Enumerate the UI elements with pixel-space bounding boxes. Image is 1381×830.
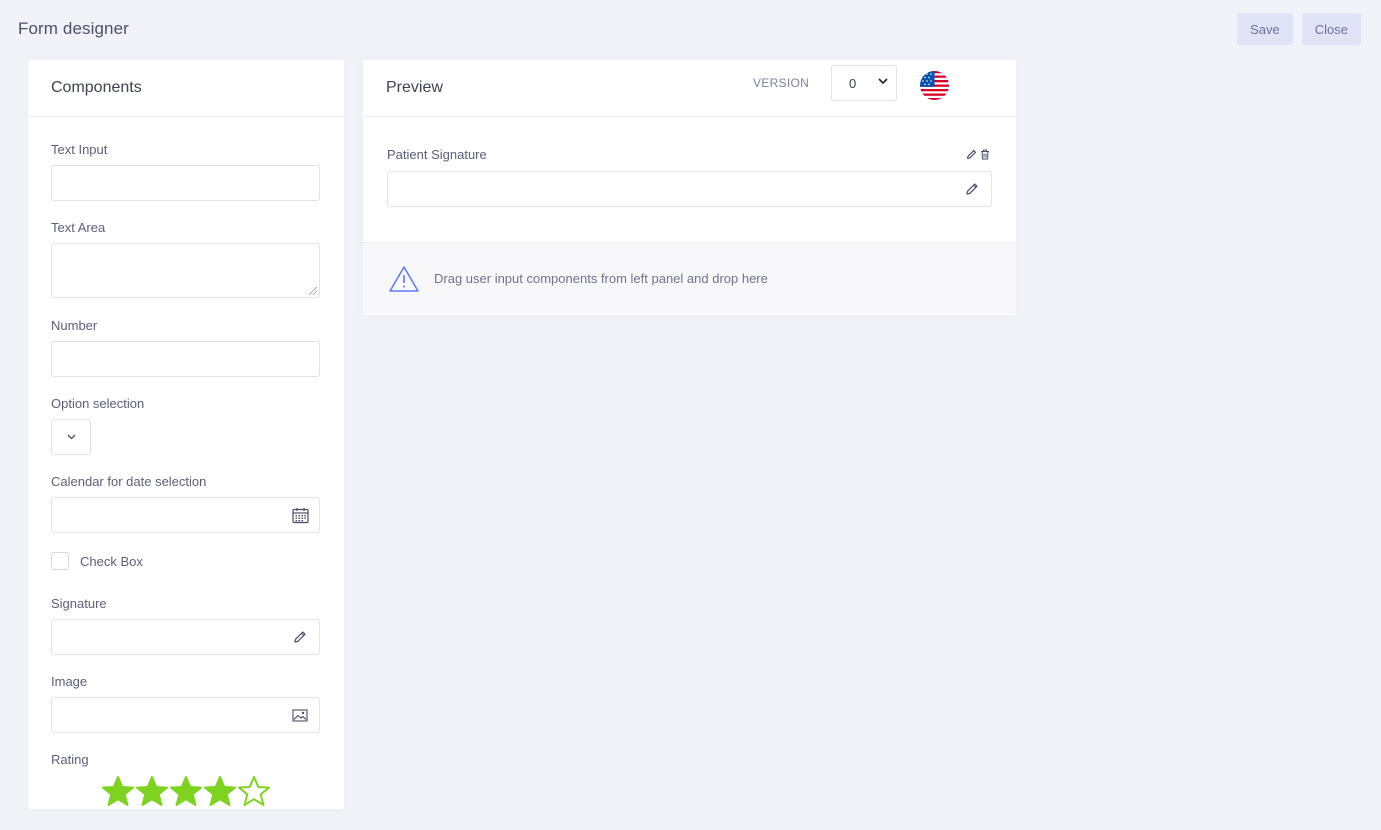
- drop-hint: Drag user input components from left pan…: [434, 271, 768, 286]
- drop-zone[interactable]: Drag user input components from left pan…: [363, 243, 1016, 314]
- warning-icon: [389, 265, 419, 292]
- star-filled-icon[interactable]: [169, 775, 203, 809]
- version-value: 0: [849, 75, 857, 91]
- image-component[interactable]: [51, 697, 320, 733]
- image-icon[interactable]: [291, 706, 309, 724]
- text-input-component[interactable]: [51, 165, 320, 201]
- text-area-component[interactable]: [51, 243, 320, 298]
- option-selection-label: Option selection: [51, 396, 145, 411]
- calendar-label: Calendar for date selection: [51, 474, 207, 489]
- preview-title: Preview: [386, 79, 443, 96]
- save-button[interactable]: Save: [1237, 13, 1293, 45]
- patient-signature-label: Patient Signature: [387, 147, 487, 162]
- preview-body: Patient Signature: [363, 117, 1016, 243]
- components-panel: Components Text Input Text Area Number O…: [28, 60, 344, 809]
- star-filled-icon[interactable]: [101, 775, 135, 809]
- components-header: Components: [28, 60, 344, 117]
- text-input-label: Text Input: [51, 142, 108, 157]
- text-area-label: Text Area: [51, 220, 106, 235]
- version-select[interactable]: 0: [831, 65, 897, 101]
- version-label: VERSION: [753, 76, 810, 90]
- checkbox-label: Check Box: [80, 553, 143, 569]
- us-flag-icon[interactable]: [920, 71, 949, 100]
- edit-icon[interactable]: [966, 147, 977, 165]
- resize-handle-icon[interactable]: [309, 287, 317, 295]
- preview-panel: Preview VERSION 0 Patient Signature Drag…: [363, 60, 1016, 315]
- rating-label: Rating: [51, 752, 89, 767]
- star-filled-icon[interactable]: [135, 775, 169, 809]
- checkbox[interactable]: [51, 552, 69, 570]
- star-filled-icon[interactable]: [203, 775, 237, 809]
- top-actions: Save Close: [1237, 13, 1361, 45]
- rating-component[interactable]: [51, 775, 320, 809]
- pencil-icon[interactable]: [963, 180, 981, 198]
- number-label: Number: [51, 318, 98, 333]
- chevron-down-icon: [67, 434, 75, 440]
- calendar-icon[interactable]: [291, 506, 309, 524]
- calendar-component[interactable]: [51, 497, 320, 533]
- pencil-icon[interactable]: [291, 628, 309, 646]
- chevron-down-icon: [878, 78, 888, 85]
- star-empty-icon[interactable]: [237, 775, 271, 809]
- image-label: Image: [51, 674, 88, 689]
- option-selection-component[interactable]: [51, 419, 91, 455]
- trash-icon[interactable]: [980, 147, 990, 165]
- field-actions: [966, 147, 990, 165]
- signature-component[interactable]: [51, 619, 320, 655]
- patient-signature-field[interactable]: [387, 171, 992, 207]
- page-title: Form designer: [18, 19, 129, 38]
- checkbox-component: Check Box: [51, 552, 321, 570]
- number-component[interactable]: [51, 341, 320, 377]
- signature-label: Signature: [51, 596, 107, 611]
- preview-header: Preview VERSION 0: [363, 60, 1016, 117]
- close-button[interactable]: Close: [1301, 13, 1361, 45]
